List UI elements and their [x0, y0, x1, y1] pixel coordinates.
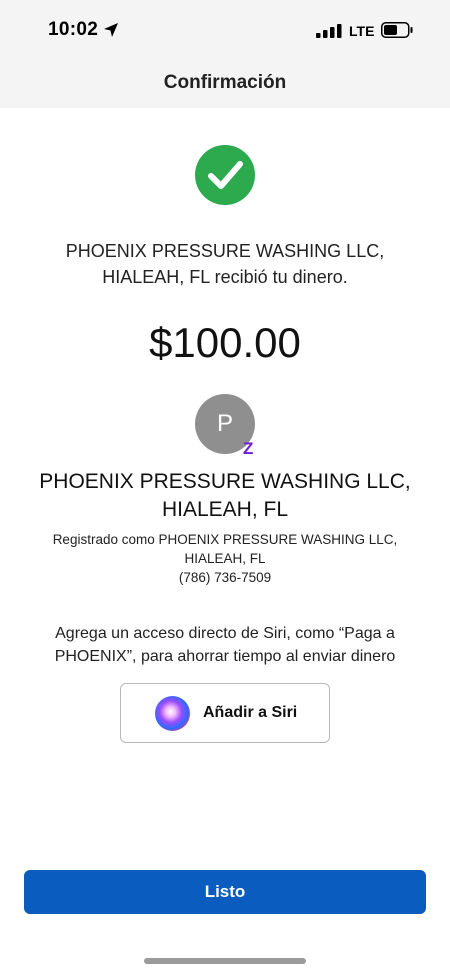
add-to-siri-button[interactable]: Añadir a Siri: [120, 683, 330, 743]
page-title: Confirmación: [163, 72, 287, 93]
network-type: LTE: [349, 23, 375, 39]
recipient-phone: (786) 736-7509: [178, 570, 272, 585]
location-arrow-icon: [103, 22, 119, 43]
signal-bars-icon: [316, 24, 342, 43]
confirmation-message: PHOENIX PRESSURE WASHING LLC, HIALEAH, F…: [65, 241, 385, 287]
zelle-badge-icon: Z: [243, 439, 254, 458]
home-indicator[interactable]: [144, 958, 306, 964]
registered-as: Registrado como PHOENIX PRESSURE WASHING…: [52, 532, 398, 566]
done-button[interactable]: Listo: [24, 870, 426, 914]
status-time: 10:02: [48, 19, 99, 40]
siri-icon: [155, 696, 190, 731]
top-bar: 10:02 LTE Confirmación: [0, 0, 450, 108]
checkmark-circle-icon: [195, 145, 255, 205]
amount: $100.00: [149, 319, 301, 366]
battery-icon: [381, 22, 413, 43]
add-to-siri-label: Añadir a Siri: [203, 704, 298, 721]
recipient-name: PHOENIX PRESSURE WASHING LLC, HIALEAH, F…: [39, 470, 411, 521]
siri-description: Agrega un acceso directo de Siri, como “…: [54, 625, 396, 665]
status-bar: 10:02 LTE: [0, 0, 450, 60]
recipient-details: Registrado como PHOENIX PRESSURE WASHING…: [30, 530, 420, 587]
